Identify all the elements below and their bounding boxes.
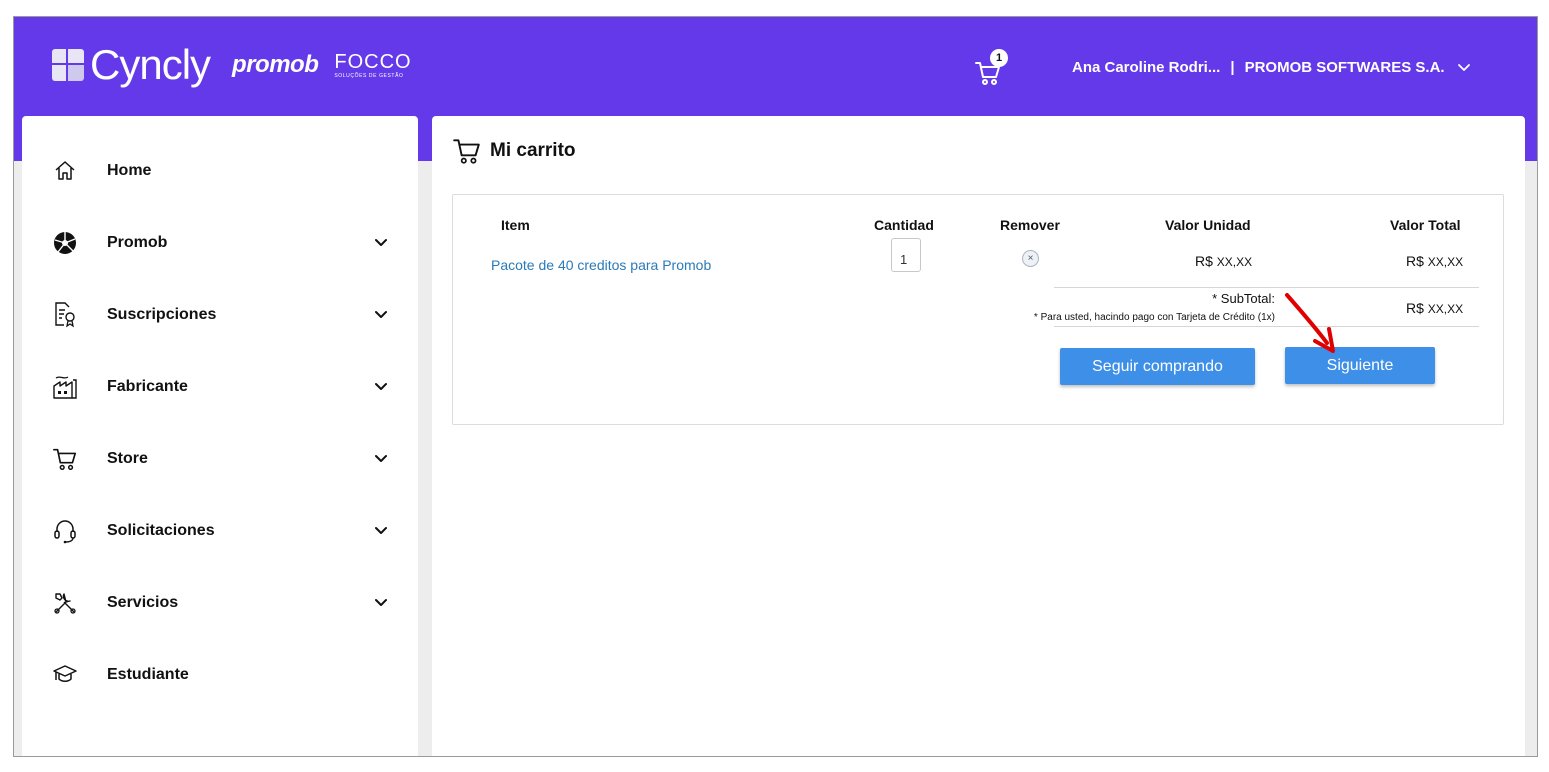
total-value-amount: XX,XX <box>1427 255 1464 269</box>
sidebar-item-label: Estudiante <box>107 666 189 683</box>
row-divider <box>1054 287 1479 288</box>
company-name: PROMOB SOFTWARES S.A. <box>1244 59 1445 76</box>
sidebar-item-label: Store <box>107 450 148 467</box>
cart-count-badge: 1 <box>990 49 1008 67</box>
column-header-unit-value: Valor Unidad <box>1165 217 1251 233</box>
brand-logos: Cyncly promob FOCCO SOLUÇÕES DE GESTÃO <box>52 43 412 87</box>
total-value: R$ XX,XX <box>1406 253 1463 269</box>
cyncly-logo-icon <box>52 49 84 81</box>
sidebar-item-fabricante[interactable]: Fabricante <box>22 367 418 407</box>
sidebar-item-estudiante[interactable]: Estudiante <box>22 655 418 695</box>
chevron-down-icon <box>375 383 387 390</box>
sidebar-item-store[interactable]: Store <box>22 439 418 479</box>
close-icon: × <box>1027 253 1034 264</box>
cart-item-name-link[interactable]: Pacote de 40 creditos para Promob <box>491 257 711 273</box>
sidebar-item-promob[interactable]: Promob <box>22 223 418 263</box>
column-header-remove: Remover <box>1000 217 1060 233</box>
chevron-down-icon <box>1457 63 1470 71</box>
header-cart-button[interactable]: 1 <box>974 49 1010 87</box>
sidebar-item-suscripciones[interactable]: Suscripciones <box>22 295 418 335</box>
graduation-cap-icon <box>52 662 78 688</box>
chevron-down-icon <box>375 455 387 462</box>
sidebar: Home Promob Suscripciones Fabricante Sto… <box>22 116 418 756</box>
subtotal-amount: XX,XX <box>1427 302 1464 316</box>
sidebar-item-servicios[interactable]: Servicios <box>22 583 418 623</box>
page-title: Mi carrito <box>490 140 576 161</box>
factory-icon <box>52 374 78 400</box>
currency-symbol: R$ <box>1195 253 1213 269</box>
sidebar-item-label: Home <box>107 162 152 179</box>
quantity-input[interactable] <box>891 238 921 272</box>
cart-icon <box>52 446 78 472</box>
unit-value-amount: XX,XX <box>1216 255 1253 269</box>
main-content: Mi carrito Item Cantidad Remover Valor U… <box>432 116 1525 756</box>
home-icon <box>52 158 78 184</box>
subtotal-divider <box>1054 326 1479 327</box>
sidebar-item-label: Solicitaciones <box>107 522 215 539</box>
unit-value: R$ XX,XX <box>1195 253 1252 269</box>
column-header-total-value: Valor Total <box>1390 217 1461 233</box>
red-arrow-annotation-icon <box>1285 293 1335 353</box>
app-window: Cyncly promob FOCCO SOLUÇÕES DE GESTÃO 1… <box>13 16 1538 757</box>
focco-wordmark: FOCCO <box>334 50 412 73</box>
user-separator: | <box>1230 59 1235 76</box>
user-menu[interactable]: Ana Caroline Rodri... | PROMOB SOFTWARES… <box>1072 59 1471 76</box>
sidebar-item-label: Servicios <box>107 594 179 611</box>
sidebar-item-solicitaciones[interactable]: Solicitaciones <box>22 511 418 551</box>
promob-wordmark: promob <box>232 51 319 78</box>
chevron-down-icon <box>375 599 387 606</box>
sidebar-item-label: Suscripciones <box>107 306 217 323</box>
sidebar-item-label: Promob <box>107 234 168 251</box>
tools-icon <box>52 590 78 616</box>
currency-symbol: R$ <box>1406 253 1424 269</box>
chevron-down-icon <box>375 239 387 246</box>
cart-icon <box>453 139 480 164</box>
headset-icon <box>52 518 78 544</box>
continue-shopping-button[interactable]: Seguir comprando <box>1060 348 1255 385</box>
certificate-icon <box>52 302 78 328</box>
promob-logo-icon <box>52 230 78 256</box>
sidebar-item-label: Fabricante <box>107 378 188 395</box>
chevron-down-icon <box>375 311 387 318</box>
cyncly-wordmark: Cyncly <box>90 41 211 88</box>
cart-table: Item Cantidad Remover Valor Unidad Valor… <box>452 194 1504 425</box>
focco-tagline: SOLUÇÕES DE GESTÃO <box>334 72 404 79</box>
column-header-item: Item <box>501 217 530 233</box>
subtotal-value: R$ XX,XX <box>1406 300 1463 316</box>
currency-symbol: R$ <box>1406 300 1424 316</box>
column-header-quantity: Cantidad <box>874 217 934 233</box>
chevron-down-icon <box>375 527 387 534</box>
user-name: Ana Caroline Rodri... <box>1072 59 1221 76</box>
sidebar-item-home[interactable]: Home <box>22 151 418 191</box>
focco-logo: FOCCO SOLUÇÕES DE GESTÃO <box>334 52 411 79</box>
subtotal-label: * SubTotal: <box>1212 291 1275 306</box>
subtotal-note: * Para usted, hacindo pago con Tarjeta d… <box>1033 312 1275 323</box>
remove-item-button[interactable]: × <box>1022 250 1039 267</box>
